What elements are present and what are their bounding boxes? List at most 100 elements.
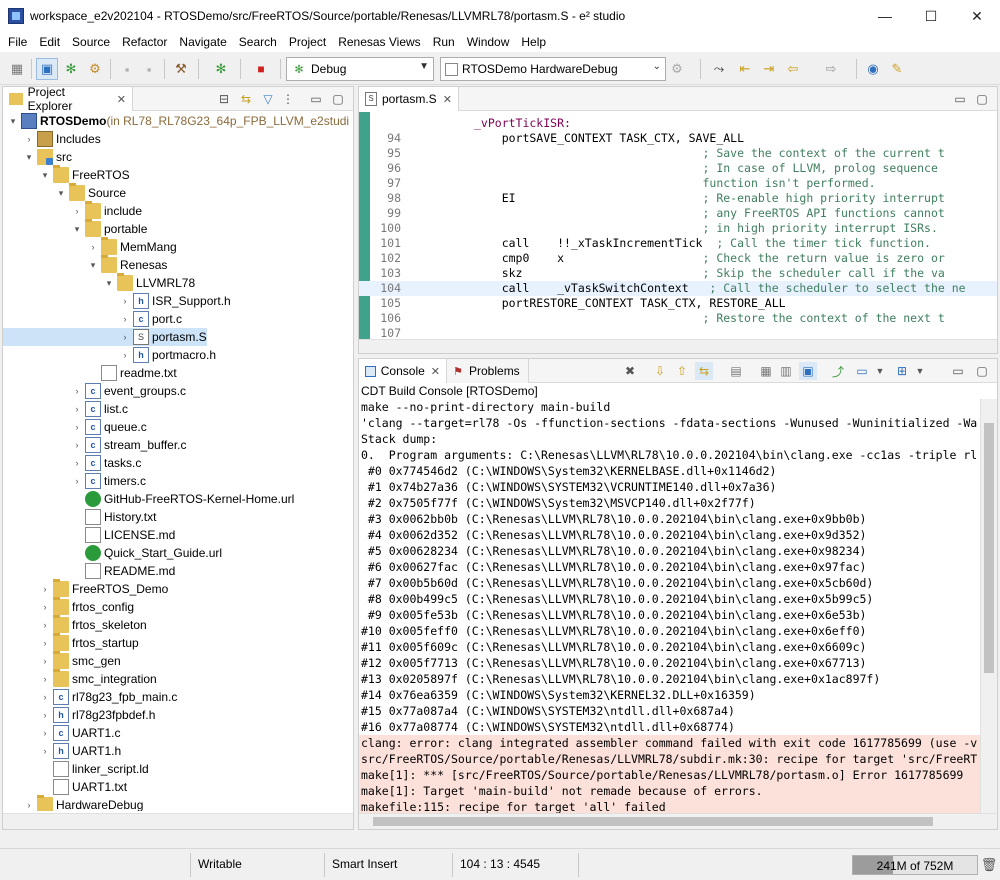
tree-item[interactable]: › frtos_config (3, 597, 134, 616)
menu-source[interactable]: Source (66, 35, 116, 49)
tree-item[interactable]: ▾ LLVMRL78 (3, 273, 195, 292)
tree-item[interactable]: › c tasks.c (3, 454, 141, 472)
tree-item[interactable]: › h ISR_Support.h (3, 292, 231, 310)
new-wizard-icon[interactable]: ▦ (6, 58, 28, 80)
chevron-right-icon[interactable]: › (39, 584, 51, 594)
tree-item[interactable]: README.md (3, 562, 175, 580)
tab-console[interactable]: Console ✕ (359, 359, 447, 383)
debug-perspective-icon[interactable]: ✻ (60, 58, 82, 80)
scroll-down-icon[interactable]: ⇩ (651, 362, 669, 380)
word-wrap-icon[interactable]: ▤ (727, 362, 745, 380)
remove-launch-icon[interactable]: ✖ (621, 362, 639, 380)
skip-breakpoints-icon[interactable]: ⤳ (708, 58, 730, 80)
chevron-right-icon[interactable]: › (71, 404, 83, 414)
tree-item[interactable]: › h UART1.h (3, 742, 121, 760)
tree-item[interactable]: › Includes (3, 130, 101, 148)
close-button[interactable]: ✕ (954, 0, 1000, 32)
chevron-right-icon[interactable]: › (23, 134, 35, 144)
scrollbar-thumb[interactable] (984, 423, 994, 673)
scroll-up-icon[interactable]: ⇧ (673, 362, 691, 380)
tree-item[interactable]: › c UART1.c (3, 724, 120, 742)
chevron-right-icon[interactable]: › (119, 314, 131, 324)
chevron-right-icon[interactable]: › (71, 458, 83, 468)
tree-item[interactable]: ▾ RTOSDemo (in RL78_RL78G23_64p_FPB_LLVM_… (3, 112, 349, 130)
clear-console-icon[interactable]: ▦ (757, 362, 775, 380)
tree-item[interactable]: Quick_Start_Guide.url (3, 544, 222, 562)
tree-item[interactable]: ▾ Source (3, 183, 126, 202)
menu-search[interactable]: Search (233, 35, 283, 49)
tree-item[interactable]: ▾ Renesas (3, 255, 167, 274)
tree-item[interactable]: › Sportasm.S (3, 328, 207, 346)
menu-file[interactable]: File (2, 35, 33, 49)
close-icon[interactable]: ✕ (117, 93, 126, 106)
tree-item[interactable]: › c stream_buffer.c (3, 436, 187, 454)
tree-item[interactable]: History.txt (3, 508, 156, 526)
chevron-right-icon[interactable]: › (119, 296, 131, 306)
chevron-right-icon[interactable]: › (39, 656, 51, 666)
menu-refactor[interactable]: Refactor (116, 35, 173, 49)
scrollbar-thumb[interactable] (373, 817, 933, 826)
tab-portasm[interactable]: S portasm.S ✕ (359, 87, 459, 111)
chevron-down-icon[interactable]: ▾ (87, 260, 99, 271)
chevron-down-icon[interactable]: ▾ (7, 116, 19, 127)
tree-item[interactable]: › smc_integration (3, 669, 157, 688)
chevron-right-icon[interactable]: › (39, 620, 51, 630)
tree-item[interactable]: › frtos_startup (3, 633, 139, 652)
chevron-right-icon[interactable]: › (71, 386, 83, 396)
prev-annotation-icon[interactable]: ⇤ (734, 58, 756, 80)
chevron-down-icon[interactable]: ▾ (71, 224, 83, 235)
launch-config-combo[interactable]: RTOSDemo HardwareDebug ⌄ (440, 57, 666, 81)
tab-problems[interactable]: ⚑ Problems (447, 359, 529, 383)
horizontal-scrollbar[interactable] (359, 339, 997, 353)
close-icon[interactable]: ✕ (443, 93, 452, 106)
build-config-combo[interactable]: ✻ Debug ▼ (286, 57, 434, 81)
chevron-right-icon[interactable]: › (39, 746, 51, 756)
debug-launch-icon[interactable]: ✻ (210, 58, 232, 80)
back-icon[interactable]: ⇦ (782, 58, 804, 80)
tree-item[interactable]: › c rl78g23_fpb_main.c (3, 688, 177, 706)
chevron-right-icon[interactable]: › (39, 674, 51, 684)
launch-settings-icon[interactable]: ⚙ (666, 58, 688, 80)
tree-item[interactable]: LICENSE.md (3, 526, 175, 544)
menu-renesas-views[interactable]: Renesas Views (332, 35, 427, 49)
chevron-down-icon[interactable]: ▼ (911, 362, 929, 380)
build-hammer-icon[interactable]: ⚒ (170, 58, 192, 80)
minimize-view-icon[interactable]: ▭ (951, 90, 969, 108)
config-icon[interactable]: ⚙ (84, 58, 106, 80)
link-editor-icon[interactable]: ⇆ (237, 90, 255, 108)
chevron-down-icon[interactable]: ▾ (103, 278, 115, 289)
tree-item[interactable]: › c event_groups.c (3, 382, 186, 400)
tree-item[interactable]: linker_script.ld (3, 760, 149, 778)
scroll-lock-icon[interactable]: ▥ (777, 362, 795, 380)
tree-item[interactable]: › smc_gen (3, 651, 121, 670)
menu-project[interactable]: Project (283, 35, 332, 49)
link-icon[interactable]: ⇆ (695, 362, 713, 380)
tree-item[interactable]: GitHub-FreeRTOS-Kernel-Home.url (3, 490, 294, 508)
chevron-right-icon[interactable]: › (71, 206, 83, 216)
tree-item[interactable]: ▾ portable (3, 219, 147, 238)
maximize-view-icon[interactable]: ▢ (329, 90, 347, 108)
chevron-right-icon[interactable]: › (119, 332, 131, 342)
chevron-down-icon[interactable]: ▼ (871, 362, 889, 380)
open-perspective-icon[interactable]: ◉ (862, 58, 884, 80)
code-editor[interactable]: _vPortTickISR: 94 portSAVE_CONTEXT TASK_C… (359, 112, 997, 339)
menu-window[interactable]: Window (461, 35, 516, 49)
next-annotation-icon[interactable]: ⇥ (758, 58, 780, 80)
tree-item[interactable]: › h portmacro.h (3, 346, 216, 364)
tree-item[interactable]: › c queue.c (3, 418, 147, 436)
open-console-icon[interactable]: ⊞ (893, 362, 911, 380)
forward-icon[interactable]: ⇨ (820, 58, 842, 80)
tree-item[interactable]: › c timers.c (3, 472, 146, 490)
chevron-right-icon[interactable]: › (87, 242, 99, 252)
tree-item[interactable]: readme.txt (3, 364, 177, 382)
chevron-right-icon[interactable]: › (39, 602, 51, 612)
view-menu-icon[interactable]: ⋮ (279, 90, 297, 108)
menu-help[interactable]: Help (515, 35, 552, 49)
close-icon[interactable]: ✕ (431, 365, 440, 378)
tree-item[interactable]: › include (3, 201, 142, 220)
maximize-button[interactable]: ☐ (908, 0, 954, 32)
minimize-button[interactable]: — (862, 0, 908, 32)
vertical-scrollbar[interactable] (980, 399, 997, 813)
pin-console-icon[interactable]: ⤴ (829, 362, 847, 380)
cpp-perspective-icon[interactable]: ▣ (36, 58, 58, 80)
